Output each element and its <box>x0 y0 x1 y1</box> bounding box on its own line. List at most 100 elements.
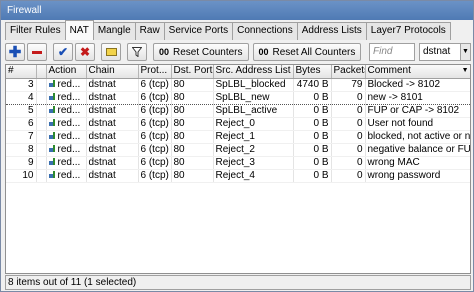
rule-chain: dstnat <box>86 90 139 105</box>
note-icon <box>105 48 117 56</box>
reset-all-counters-label: Reset All Counters <box>272 46 356 58</box>
rule-number: 5 <box>6 104 37 118</box>
rule-dst-port: 80 <box>171 130 214 144</box>
rule-action-label: red... <box>57 117 81 129</box>
column-header-number[interactable]: # <box>6 65 37 79</box>
rule-bytes: 0 B <box>293 169 332 183</box>
rule-action: red... <box>46 130 87 144</box>
column-header-packets[interactable]: Packets <box>331 65 366 79</box>
rule-number: 10 <box>6 169 37 183</box>
firewall-window: Firewall Filter Rules NAT Mangle Raw Ser… <box>0 0 474 292</box>
rule-action: red... <box>46 143 87 157</box>
table-row[interactable]: 8 red... dstnat 6 (tcp) 80 Reject_2 0 B 0 negati… <box>6 143 470 157</box>
rule-dst-port: 80 <box>171 143 214 157</box>
rule-dst-port: 80 <box>171 78 214 92</box>
tab-mangle[interactable]: Mangle <box>92 22 136 40</box>
filter-button[interactable] <box>127 43 147 61</box>
rule-protocol: 6 (tcp) <box>138 90 172 105</box>
rule-chain: dstnat <box>86 156 139 170</box>
add-button[interactable]: ✚ <box>5 43 25 61</box>
rule-src-address-list: Reject_4 <box>213 169 294 183</box>
rule-protocol: 6 (tcp) <box>138 169 172 183</box>
rule-protocol: 6 (tcp) <box>138 143 172 157</box>
rule-packets: 0 <box>331 156 366 170</box>
rule-chain: dstnat <box>86 143 139 157</box>
rule-flags <box>36 78 47 92</box>
x-icon: ✖ <box>79 45 91 59</box>
rule-number: 9 <box>6 156 37 170</box>
rule-chain: dstnat <box>86 78 139 92</box>
disable-button[interactable]: ✖ <box>75 43 95 61</box>
table-row[interactable]: 9 red... dstnat 6 (tcp) 80 Reject_3 0 B 0 wrong … <box>6 156 470 170</box>
rule-src-address-list: Reject_2 <box>213 143 294 157</box>
reset-counters-button[interactable]: 00 Reset Counters <box>153 43 249 61</box>
column-header-chain[interactable]: Chain <box>86 65 139 79</box>
table-row[interactable]: 5 red... dstnat 6 (tcp) 80 SpLBL_active 0 B 0 FU… <box>6 104 470 118</box>
rule-comment: Blocked -> 8102 <box>365 78 470 92</box>
rule-action-label: red... <box>57 78 81 90</box>
counter-icon: 00 <box>258 47 269 57</box>
tab-nat[interactable]: NAT <box>64 20 94 40</box>
rule-src-address-list: Reject_3 <box>213 156 294 170</box>
tab-layer7-protocols[interactable]: Layer7 Protocols <box>365 22 451 40</box>
column-header-comment[interactable]: Comment ▼ <box>365 65 470 79</box>
enable-button[interactable]: ✔ <box>53 43 73 61</box>
funnel-icon <box>132 47 142 57</box>
table-row[interactable]: 7 red... dstnat 6 (tcp) 80 Reject_1 0 B 0 blocke… <box>6 130 470 144</box>
chevron-down-icon[interactable]: ▼ <box>462 65 469 77</box>
column-header-bytes[interactable]: Bytes <box>293 65 332 79</box>
rule-bytes: 0 B <box>293 104 332 118</box>
comment-button[interactable] <box>101 43 121 61</box>
rule-flags <box>36 169 47 183</box>
tab-connections[interactable]: Connections <box>232 22 298 40</box>
check-icon: ✔ <box>57 45 69 59</box>
column-header-protocol[interactable]: Prot... <box>138 65 172 79</box>
rule-dst-port: 80 <box>171 156 214 170</box>
rule-action-label: red... <box>57 143 81 155</box>
column-header-flags[interactable] <box>36 65 47 79</box>
status-bar: 8 items out of 11 (1 selected) <box>5 275 471 290</box>
rule-bytes: 0 B <box>293 90 332 105</box>
rule-flags <box>36 104 47 118</box>
window-title[interactable]: Firewall <box>1 1 473 20</box>
chain-filter-select[interactable]: dstnat <box>419 43 461 61</box>
rule-dst-port: 80 <box>171 90 214 105</box>
column-header-dst-port[interactable]: Dst. Port <box>171 65 214 79</box>
remove-button[interactable] <box>27 43 47 61</box>
counter-icon: 00 <box>159 47 170 57</box>
redirect-icon <box>48 170 57 179</box>
rule-comment: new -> 8101 <box>365 90 470 105</box>
tab-raw[interactable]: Raw <box>134 22 165 40</box>
rule-packets: 0 <box>331 104 366 118</box>
table-row[interactable]: 6 red... dstnat 6 (tcp) 80 Reject_0 0 B 0 User n… <box>6 117 470 131</box>
tab-service-ports[interactable]: Service Ports <box>163 22 234 40</box>
rule-src-address-list: SpLBL_active <box>213 104 294 118</box>
rule-src-address-list: SpLBL_blocked <box>213 78 294 92</box>
rule-src-address-list: SpLBL_new <box>213 90 294 105</box>
minus-icon <box>32 50 42 54</box>
tab-filter-rules[interactable]: Filter Rules <box>5 22 66 40</box>
column-header-src-address-list[interactable]: Src. Address List <box>213 65 294 79</box>
column-header-action[interactable]: Action <box>46 65 87 79</box>
rule-src-address-list: Reject_1 <box>213 130 294 144</box>
reset-all-counters-button[interactable]: 00 Reset All Counters <box>252 43 362 61</box>
rule-protocol: 6 (tcp) <box>138 156 172 170</box>
rule-number: 8 <box>6 143 37 157</box>
tab-bar: Filter Rules NAT Mangle Raw Service Port… <box>5 20 451 40</box>
rule-chain: dstnat <box>86 169 139 183</box>
rule-bytes: 0 B <box>293 130 332 144</box>
reset-counters-label: Reset Counters <box>173 46 243 58</box>
rule-protocol: 6 (tcp) <box>138 78 172 92</box>
table-row[interactable]: 3 red... dstnat 6 (tcp) 80 SpLBL_blocked 4740 … <box>6 78 470 92</box>
chevron-down-icon[interactable]: ▼ <box>461 43 471 61</box>
redirect-icon <box>48 79 57 88</box>
tab-address-lists[interactable]: Address Lists <box>296 22 367 40</box>
rule-dst-port: 80 <box>171 104 214 118</box>
rule-bytes: 0 B <box>293 156 332 170</box>
table-row[interactable]: 10 red... dstnat 6 (tcp) 80 Reject_4 0 B 0 wrong… <box>6 169 470 183</box>
table-row[interactable]: 4 red... dstnat 6 (tcp) 80 SpLBL_new 0 B 0 new -… <box>6 90 470 105</box>
table-header: # Action Chain Prot... Dst. Port Src. Ad… <box>6 65 470 79</box>
rule-packets: 0 <box>331 117 366 131</box>
find-input[interactable]: Find <box>369 43 415 61</box>
rule-flags <box>36 156 47 170</box>
